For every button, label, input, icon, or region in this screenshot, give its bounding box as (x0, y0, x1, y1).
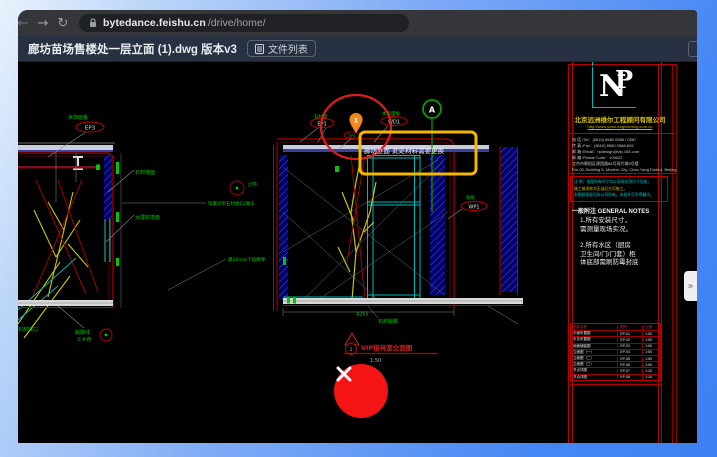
concealed-label: 暗藏灯带石材收口/做法 (208, 200, 255, 207)
close-annotation-button[interactable] (334, 364, 388, 418)
document-icon (255, 44, 264, 54)
browser-window: ← → ↻ bytedance.feishu.cn /drive/home/ 廊… (18, 10, 697, 443)
small-tag: EP3 (349, 134, 356, 138)
back-icon[interactable]: ← (18, 16, 33, 31)
drawing-title-block: 1 VIP接待室立面图 1:50 (344, 333, 438, 364)
drawing-scale-text: 1:50 (370, 358, 381, 364)
url-bar[interactable]: bytedance.feishu.cn /drive/home/ (79, 14, 409, 32)
cad-canvas: 木饰面板 EP3 石材墙面 大理石墙面 踢脚线 C＃色 石材收口 灯带 暗 (18, 62, 697, 443)
left-elevation-linework (18, 132, 134, 338)
lamp-label: 灯带 (248, 181, 257, 188)
material-label: 大理石墙面 (135, 214, 160, 221)
browser-toolbar: ← → ↻ bytedance.feishu.cn /drive/home/ (18, 10, 697, 36)
mid-area-labels: 灯带 暗藏灯带石材收口/做法 踢20mm下挂横撑 (122, 181, 265, 290)
document-header: 廊坊苗场售楼处一层立面 (1).dwg 版本v3 文件列表 (18, 36, 697, 62)
section-marker-letter: A (429, 106, 436, 115)
url-host: bytedance.feishu.cn (103, 17, 206, 29)
title-marker-number: 1 (350, 347, 353, 352)
skirting-label: 踢脚线 (75, 329, 90, 336)
annotation-note-text: 廊坊立面 此处材料需要更换 (364, 146, 445, 155)
base-material-label: 石材踢脚 (378, 318, 398, 325)
file-list-button[interactable]: 文件列表 (247, 40, 316, 57)
material-label: 石材墙面 (135, 169, 155, 176)
document-title: 廊坊苗场售楼处一层立面 (1).dwg 版本v3 (28, 41, 237, 57)
url-path: /drive/home/ (208, 17, 266, 29)
drawing-title-text: VIP接待室立面图 (361, 343, 413, 352)
forward-icon[interactable]: → (33, 16, 53, 31)
detail-bubble-dot (236, 187, 239, 190)
detail-bubble-dot (105, 334, 108, 337)
chevron-right-icon: » (687, 281, 693, 292)
file-list-label: 文件列表 (268, 41, 308, 56)
reload-icon[interactable]: ↻ (53, 16, 73, 31)
comment-pin-number: 1 (354, 118, 358, 125)
ep3-tag: EP3 (85, 126, 96, 132)
screenshot-frame: ← → ↻ bytedance.feishu.cn /drive/home/ 廊… (0, 0, 717, 457)
skirting-color-label: C＃色 (78, 336, 92, 343)
right-edge-button-partial[interactable] (688, 41, 697, 57)
annotation-layer: EP3 1 廊坊立面 此处材料需要更换 (321, 95, 476, 174)
drop-label: 踢20mm下挂横撑 (228, 256, 265, 263)
dimension-text: 4265 (356, 312, 369, 318)
lock-icon (89, 18, 97, 28)
material-label: 木饰面板 (68, 114, 88, 121)
material-label: 墙纸 (466, 194, 475, 201)
comment-pin[interactable]: 1 (350, 113, 363, 133)
wp1-tag: WP1 (468, 205, 479, 211)
material-label: 木饰面板 (382, 110, 400, 117)
side-panel-toggle[interactable]: » (684, 271, 697, 301)
middle-elevation-linework (274, 126, 524, 324)
corner-label: 石材收口 (18, 326, 38, 333)
close-icon (334, 364, 354, 384)
